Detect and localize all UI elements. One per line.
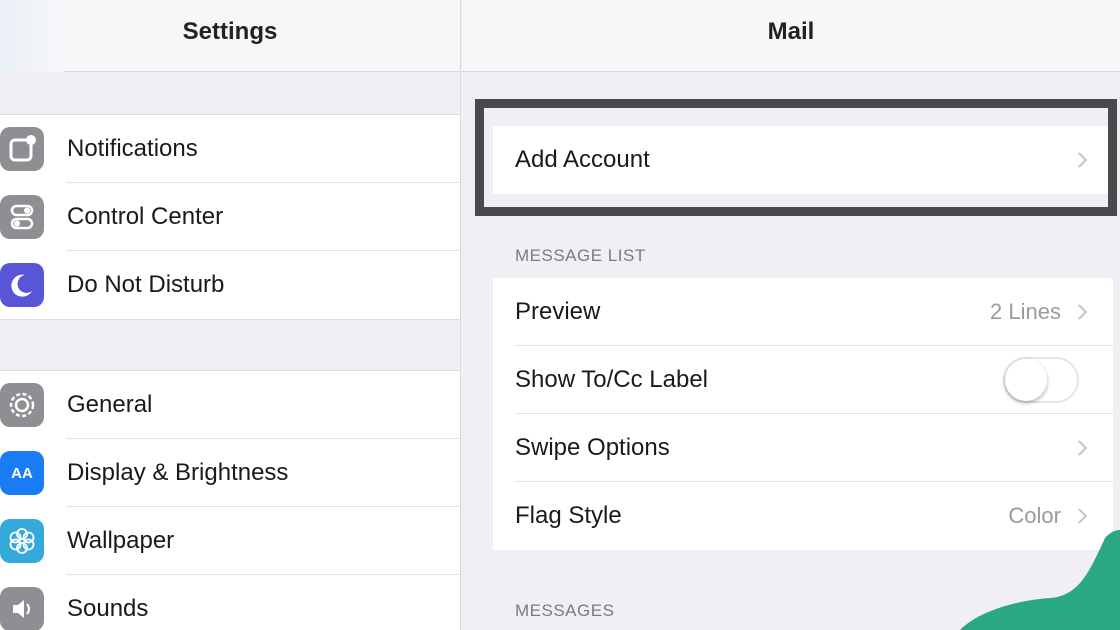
sidebar-item-control-center[interactable]: Control Center	[0, 183, 460, 251]
chevron-right-icon	[1071, 440, 1088, 456]
flag-style-label: Flag Style	[515, 502, 622, 529]
chevron-right-icon	[1071, 508, 1088, 524]
sidebar-item-notifications[interactable]: Notifications	[0, 115, 460, 183]
show-to-cc-label: Show To/Cc Label	[515, 366, 709, 393]
sidebar-item-do-not-disturb[interactable]: Do Not Disturb	[0, 251, 460, 319]
settings-title: Settings	[182, 17, 278, 45]
section-header-message-list: MESSAGE LIST	[515, 246, 646, 265]
decorative-corner-shape	[960, 530, 1120, 630]
toggle-knob	[1005, 359, 1047, 401]
highlight-frame	[475, 99, 1117, 216]
preview-label: Preview	[515, 298, 601, 325]
moon-icon	[0, 263, 44, 307]
sidebar-item-label: General	[67, 391, 153, 418]
sidebar-item-general[interactable]: General	[0, 371, 460, 439]
sidebar-item-label: Sounds	[67, 595, 149, 622]
flag-style-value: Color	[1008, 503, 1061, 528]
gear-icon	[0, 383, 44, 427]
settings-group-2: General AA Display & Brightness Wallpape…	[0, 370, 460, 630]
mail-title: Mail	[767, 17, 815, 45]
swipe-options-row[interactable]: Swipe Options	[493, 414, 1113, 482]
sidebar-item-label: Control Center	[67, 203, 224, 230]
speaker-icon	[0, 587, 44, 630]
preview-row[interactable]: Preview 2 Lines	[493, 278, 1113, 346]
sidebar-item-sounds[interactable]: Sounds	[0, 575, 460, 630]
sidebar-item-label: Do Not Disturb	[67, 271, 225, 298]
chevron-right-icon	[1071, 304, 1088, 320]
wallpaper-flower-icon	[0, 519, 44, 563]
notifications-icon	[0, 127, 44, 171]
settings-navbar: Settings	[0, 0, 460, 72]
sidebar-item-display-brightness[interactable]: AA Display & Brightness	[0, 439, 460, 507]
sidebar-item-wallpaper[interactable]: Wallpaper	[0, 507, 460, 575]
display-brightness-icon: AA	[0, 451, 44, 495]
show-to-cc-toggle[interactable]	[1003, 357, 1079, 403]
settings-sidebar: Settings Notifications Control Center Do…	[0, 0, 461, 630]
section-header-messages: MESSAGES	[515, 601, 615, 620]
swipe-options-label: Swipe Options	[515, 434, 670, 461]
sidebar-item-label: Display & Brightness	[67, 459, 289, 486]
settings-group-1: Notifications Control Center Do Not Dist…	[0, 114, 460, 320]
show-to-cc-row: Show To/Cc Label	[493, 346, 1113, 414]
mail-navbar: Mail	[462, 0, 1120, 72]
preview-value: 2 Lines	[990, 299, 1061, 324]
control-center-icon	[0, 195, 44, 239]
message-list-card: Preview 2 Lines Show To/Cc Label Swipe O…	[493, 278, 1113, 550]
sidebar-item-label: Notifications	[67, 135, 198, 162]
sidebar-item-label: Wallpaper	[67, 527, 175, 554]
